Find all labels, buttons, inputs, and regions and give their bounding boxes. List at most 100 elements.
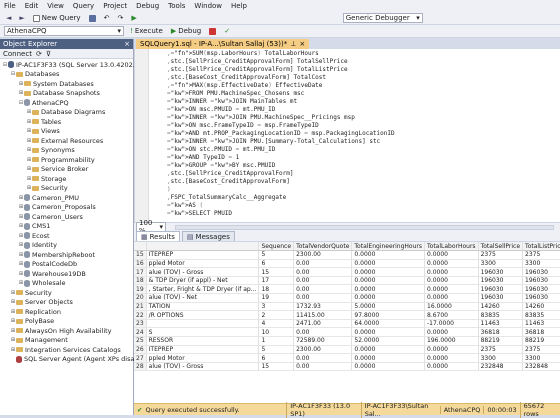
tree-node[interactable]: ⊞ PostalCodeDb: [18, 260, 77, 269]
close-icon[interactable]: ×: [124, 40, 130, 48]
table-cell: 2375: [522, 250, 560, 260]
table-row[interactable]: 24S100.000.00000.0000368183681820250: [134, 327, 560, 338]
column-header[interactable]: TotalEngineeringHours: [351, 242, 425, 252]
tree-node[interactable]: ⊞ Identity: [18, 241, 57, 250]
menu-item-help[interactable]: Help: [231, 2, 247, 10]
tree-node[interactable]: SQL Server Agent (Agent XPs disabl: [10, 355, 140, 364]
table-row[interactable]: 17 alue (TOV) - Gross 15 0.00 0.0000 0.0000 19…: [134, 267, 560, 277]
tree-node[interactable]: ⊞ External Resources: [26, 136, 103, 145]
table-row[interactable]: 25 RESSOR 1 72589.00 52.0000 196.0000 88219 882…: [134, 336, 560, 346]
menu-item-project[interactable]: Project: [103, 2, 127, 10]
database-select-value: AthenaCPQ: [7, 27, 47, 35]
save-button[interactable]: [87, 13, 98, 23]
column-header[interactable]: [146, 242, 260, 252]
row-number: 25: [134, 336, 147, 346]
query-editor[interactable]: ,="fn">SUM(msp.LaborHours) TotalLaborHou…: [134, 49, 560, 222]
tree-node[interactable]: ⊞ MembershipReboot: [18, 250, 95, 259]
tab-results[interactable]: ▦ Results: [136, 231, 180, 241]
tree-node[interactable]: ⊟ Databases: [10, 70, 60, 79]
code-line: ="kw">AND mt.PROP_PackagingLocationID = …: [167, 130, 395, 137]
column-header[interactable]: Sequence: [258, 242, 295, 252]
tree-node[interactable]: ⊞ Database Snapshots: [18, 89, 100, 98]
tree-node[interactable]: ⊞ Cameron_Proposals: [18, 203, 96, 212]
tree-node-label: Identity: [32, 241, 57, 249]
table-row[interactable]: 26ITEPREP52300.000.00000.000023752375190…: [134, 345, 560, 355]
menu-item-edit[interactable]: Edit: [25, 2, 39, 10]
redo-button[interactable]: ↷: [115, 13, 125, 23]
tree-node[interactable]: ⊟ IP-AC1F3F33 (SQL Server 13.0.4202.2 -: [2, 60, 144, 69]
tab-messages-label: Messages: [195, 232, 230, 241]
tree-node[interactable]: ⊞ CMS1: [18, 222, 51, 231]
debugger-combo[interactable]: Generic Debugger ▾: [342, 13, 423, 23]
menu-item-tools[interactable]: Tools: [168, 2, 185, 10]
stop-button[interactable]: [207, 26, 218, 36]
parse-button[interactable]: ✓: [222, 26, 232, 36]
tree-node[interactable]: ⊞ Storage: [26, 174, 67, 183]
tree-node[interactable]: ⊞ Service Broker: [26, 165, 88, 174]
menu-item-window[interactable]: Window: [194, 2, 222, 10]
menu-item-file[interactable]: File: [4, 2, 16, 10]
object-explorer-title: Object Explorer: [3, 40, 58, 48]
tree-node[interactable]: ⊞ PolyBase: [10, 317, 54, 326]
column-header[interactable]: TotalListPrice: [522, 242, 560, 252]
connect-button[interactable]: Connect: [3, 50, 32, 58]
menu-item-query[interactable]: Query: [73, 2, 94, 10]
pin-icon[interactable]: ⊥: [290, 40, 296, 48]
tree-node[interactable]: ⊞ Views: [26, 127, 60, 136]
table-row[interactable]: 27ppled Motor60.000.00000.0000330033000: [134, 353, 560, 363]
refresh-icon[interactable]: ⟳: [36, 50, 42, 58]
database-select[interactable]: AthenaCPQ ▾: [4, 26, 124, 36]
tree-node[interactable]: ⊞ Wholesale: [18, 279, 66, 288]
table-row[interactable]: 20 alue (TOV) - Net 19 0.00 0.0000 0.0000 1960…: [134, 293, 560, 303]
tree-node-label: Cameron_Proposals: [32, 203, 96, 211]
menu-item-view[interactable]: View: [47, 2, 64, 10]
forward-button[interactable]: ►: [17, 13, 26, 23]
tree-node[interactable]: ⊞ Warehouse19DB: [18, 269, 86, 278]
table-row[interactable]: 2342471.0064.0000-17.000011463114636877: [134, 319, 560, 329]
tree-node[interactable]: ⊟ AthenaCPQ: [18, 98, 69, 107]
table-row[interactable]: 28 alue (TOV) - Gross 15 0.00 0.0000 0.0000 23…: [134, 362, 560, 372]
new-query-button[interactable]: New Query: [31, 13, 83, 23]
table-row[interactable]: 21TATION31732.935.000016.000014260142608…: [134, 302, 560, 312]
table-cell: 0.0000: [351, 327, 425, 338]
back-button[interactable]: ◄: [4, 13, 13, 23]
table-row[interactable]: 16ppled Motor60.000.00000.0000330033000: [134, 259, 560, 269]
start-button[interactable]: ▶: [129, 13, 138, 23]
editor-margin: [135, 49, 149, 222]
tab-sqlquery1[interactable]: SQLQuery1.sql - IP-A...\Sultan Sallaj (5…: [136, 39, 310, 49]
tree-node[interactable]: ⊞ Cameron_PMU: [18, 193, 79, 202]
tree-node[interactable]: ⊞ Database Diagrams: [26, 108, 105, 117]
table-row[interactable]: 15ITEPREP52300.000.00000.000023752375190…: [134, 250, 560, 260]
tree-node[interactable]: ⊞ Management: [10, 336, 68, 345]
horizontal-scrollbar[interactable]: [175, 224, 554, 230]
server-icon: [8, 61, 14, 68]
column-header[interactable]: TotalVendorQuote: [293, 242, 353, 252]
table-row[interactable]: 18 & TDP Dryer (if appl) - Net 17 0.00 0.000…: [134, 276, 560, 286]
undo-button[interactable]: ↶: [102, 13, 112, 23]
tree-node[interactable]: ⊞ Ecost: [18, 231, 50, 240]
table-row[interactable]: 22/R OPTIONS 2 11415.00 97.8000 8.6700 83835 8…: [134, 310, 560, 320]
tree-node[interactable]: ⊞ Programmability: [26, 155, 95, 164]
row-number: 24: [134, 327, 147, 338]
column-header[interactable]: TotalLaborHours: [424, 242, 479, 252]
execute-button[interactable]: ! Execute: [128, 26, 165, 36]
tree-node[interactable]: ⊞ Security: [26, 184, 68, 193]
tree-node[interactable]: ⊞ AlwaysOn High Availability: [10, 326, 112, 335]
filter-icon[interactable]: ⊽: [46, 50, 51, 58]
menu-item-debug[interactable]: Debug: [136, 2, 159, 10]
tree-node[interactable]: ⊞ Replication: [10, 307, 61, 316]
tree-node[interactable]: ⊞ System Databases: [18, 79, 94, 88]
tree-node[interactable]: ⊞ Server Objects: [10, 298, 73, 307]
tree-node[interactable]: ⊞ Cameron_Users: [18, 212, 83, 221]
tree-node-label: Integration Services Catalogs: [25, 345, 121, 354]
table-row[interactable]: 19, Starter, Fright & TDP Dryer (if ap..…: [134, 284, 560, 295]
tree-node[interactable]: ⊞ Synonyms: [26, 146, 75, 155]
tree-node[interactable]: ⊞ Security: [10, 288, 52, 297]
debug-button[interactable]: ▶ Debug: [169, 26, 203, 36]
column-header[interactable]: TotalSellPrice: [478, 242, 524, 252]
tab-messages[interactable]: ▤ Messages: [181, 231, 235, 241]
close-icon[interactable]: ×: [299, 40, 305, 48]
tree-node[interactable]: ⊞ Tables: [26, 117, 61, 126]
tree-node[interactable]: ⊞ Integration Services Catalogs: [10, 345, 121, 354]
results-grid[interactable]: Sequence TotalVendorQuote TotalEngineering…: [134, 242, 560, 403]
